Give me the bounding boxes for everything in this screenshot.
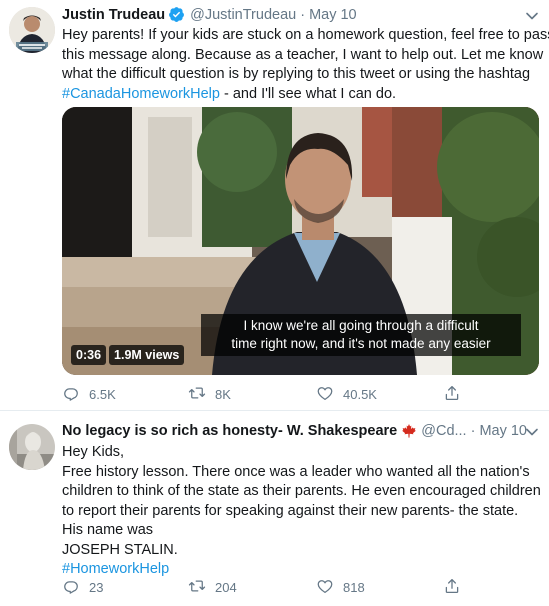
separator: · <box>300 6 306 23</box>
timestamp[interactable]: May 10 <box>309 7 357 23</box>
like-icon <box>316 384 334 405</box>
reply-button[interactable]: 23 <box>62 577 103 598</box>
hashtag-link[interactable]: #CanadaHomeworkHelp <box>62 86 220 102</box>
video-player[interactable]: I know we're all going through a difficu… <box>62 107 539 375</box>
tweet-text-line: JOSEPH STALIN. <box>62 541 178 558</box>
handle[interactable]: @JustinTrudeau <box>190 7 296 23</box>
tweet-text-line: what the difficult question is by replyi… <box>62 66 531 82</box>
chevron-down-icon[interactable] <box>525 425 539 439</box>
reply-icon <box>62 384 80 405</box>
display-name[interactable]: No legacy is so rich as honesty- W. Shak… <box>62 423 397 439</box>
tweet-header: Justin Trudeau @JustinTrudeau · May 10 <box>62 6 357 23</box>
tweet-header: No legacy is so rich as honesty- W. Shak… <box>62 423 527 439</box>
maple-leaf-icon <box>401 423 417 439</box>
tweet-text-line: this message along. Because as a teacher… <box>62 46 544 63</box>
retweet-icon <box>188 577 206 598</box>
retweet-icon <box>188 384 206 405</box>
caption-line: I know we're all going through a difficu… <box>243 318 479 333</box>
tweet-text-line: #CanadaHomeworkHelp - and I'll see what … <box>62 85 542 105</box>
tweet-text-line: Hey Kids, <box>62 444 125 460</box>
tweet-text: Hey Kids, Free history lesson. There onc… <box>62 443 542 580</box>
tweet-text-tail: - and I'll see what I can do. <box>219 85 397 102</box>
tweet-text-line: to report their parents for speaking aga… <box>62 502 519 519</box>
avatar[interactable] <box>9 7 55 53</box>
retweet-count: 8K <box>215 387 231 402</box>
retweet-button[interactable]: 8K <box>188 384 231 405</box>
hashtag-link[interactable]: #HomeworkHelp <box>62 561 169 577</box>
avatar[interactable] <box>9 424 55 470</box>
chevron-down-icon[interactable] <box>525 9 539 23</box>
reply-icon <box>62 577 80 598</box>
handle[interactable]: @Cd... <box>421 423 466 439</box>
caption-line: time right now, and it's not made any ea… <box>231 336 491 351</box>
tweet-text-line: His name was <box>62 522 154 538</box>
reply-count: 6.5K <box>89 387 116 402</box>
tweet[interactable]: Justin Trudeau @JustinTrudeau · May 10 H… <box>0 0 549 411</box>
share-button[interactable] <box>443 577 461 598</box>
retweet-button[interactable]: 204 <box>188 577 237 598</box>
reply-button[interactable]: 6.5K <box>62 384 116 405</box>
tweet-actions: 23 204 818 <box>62 577 482 597</box>
video-views: 1.9M views <box>109 345 185 365</box>
tweet[interactable]: No legacy is so rich as honesty- W. Shak… <box>0 411 549 606</box>
timestamp[interactable]: May 10 <box>479 423 527 439</box>
tweet-actions: 6.5K 8K 40.5K <box>62 384 482 404</box>
share-icon <box>443 577 461 598</box>
verified-badge-icon <box>168 6 185 23</box>
tweet-text-line: Free history lesson. There once was a le… <box>62 463 530 480</box>
reply-count: 23 <box>89 580 104 595</box>
like-count: 40.5K <box>343 387 377 402</box>
like-icon <box>316 577 334 598</box>
video-caption: I know we're all going through a difficu… <box>201 314 521 356</box>
retweet-count: 204 <box>215 580 237 595</box>
like-count: 818 <box>343 580 365 595</box>
share-button[interactable] <box>443 384 461 405</box>
tweet-text-line: Hey parents! If your kids are stuck on a… <box>62 27 549 43</box>
tweet-text: Hey parents! If your kids are stuck on a… <box>62 26 549 105</box>
like-button[interactable]: 818 <box>316 577 365 598</box>
share-icon <box>443 384 461 405</box>
display-name[interactable]: Justin Trudeau <box>62 7 165 23</box>
tweet-text-line: children to think of the state as their … <box>62 483 541 499</box>
video-duration: 0:36 <box>71 345 107 365</box>
like-button[interactable]: 40.5K <box>316 384 377 405</box>
separator: · <box>470 423 476 439</box>
video-badges: 0:36 1.9M views <box>71 345 185 365</box>
